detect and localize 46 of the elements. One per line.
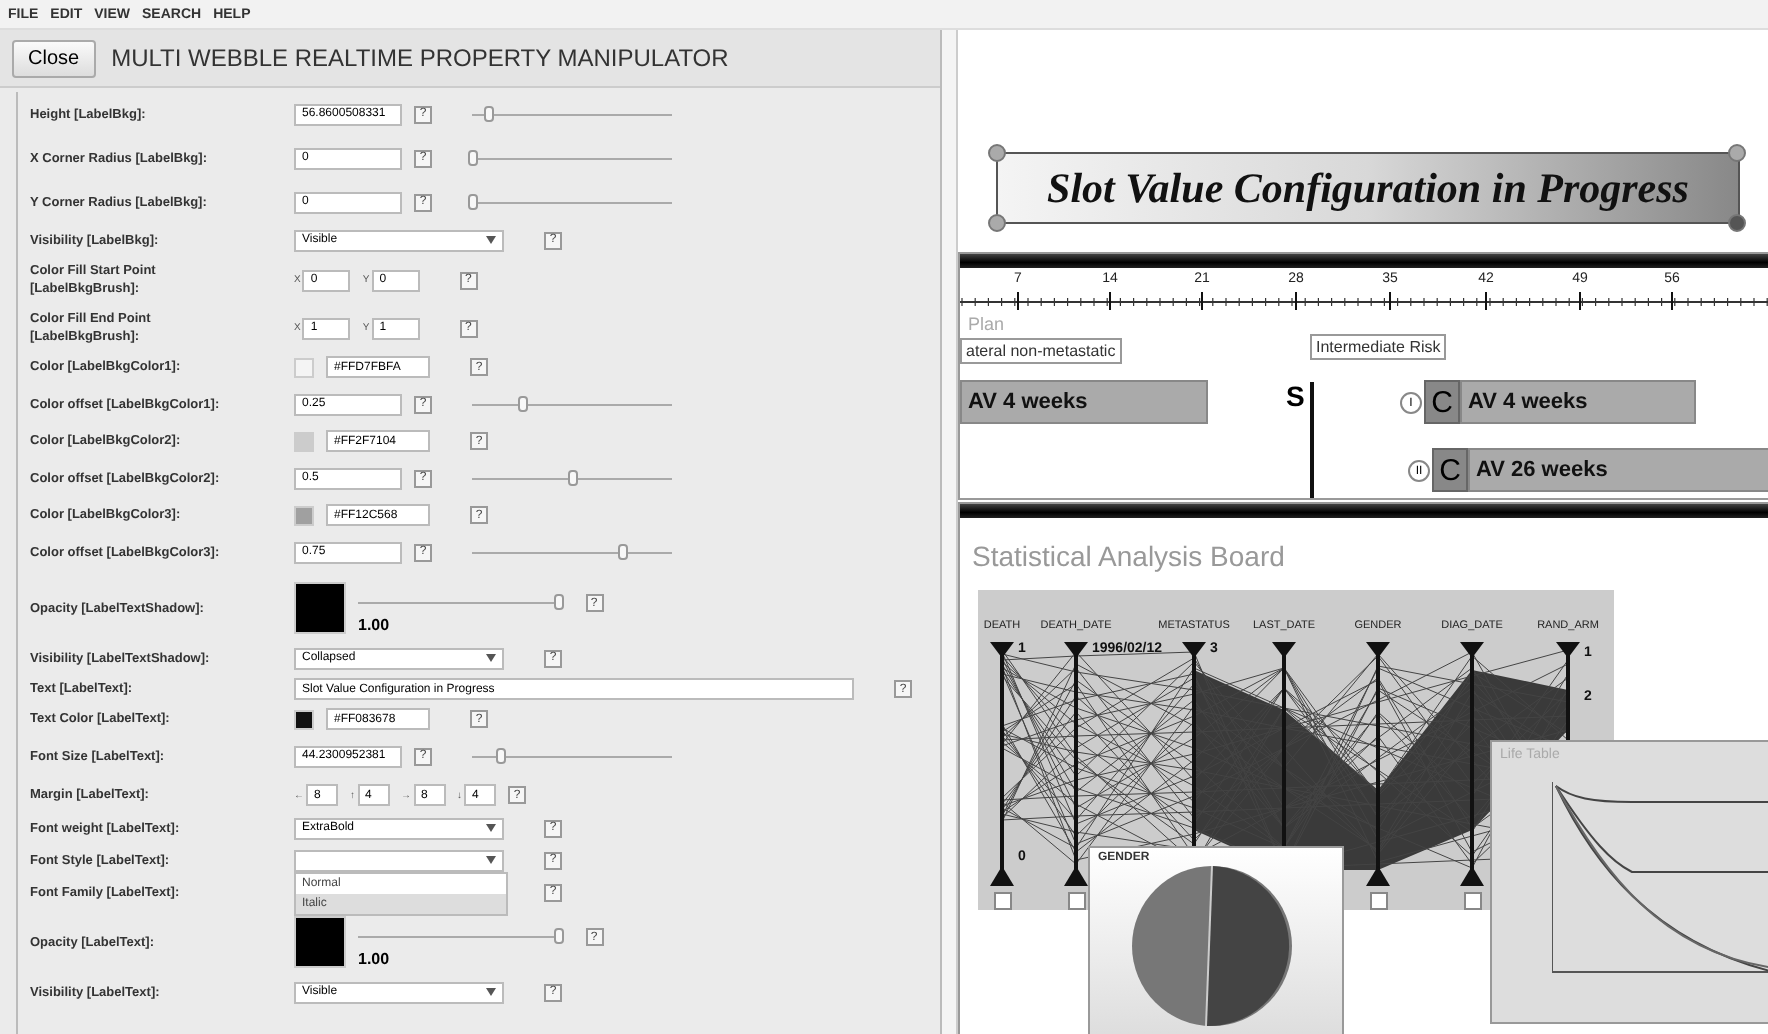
opacity-value: 1.00 [358,616,390,634]
plan-label: Plan [968,314,1005,334]
risk-tag: Intermediate Risk [1310,334,1447,360]
caret-icon [486,236,496,244]
resize-handle[interactable] [988,214,1006,232]
filter-checkbox[interactable] [994,892,1012,910]
resize-handle[interactable] [988,144,1006,162]
color-swatch[interactable] [294,431,314,451]
opacity-value: 1.00 [358,950,390,968]
caret-icon [486,824,496,832]
slider-thumb[interactable] [468,149,478,165]
label-banner: Slot Value Configuration in Progress [996,152,1740,224]
code-block: C [1432,448,1468,492]
board-title: Statistical Analysis Board [972,540,1285,572]
color-swatch[interactable] [294,357,314,377]
resize-handle[interactable] [1728,214,1746,232]
marker-label: S [1286,380,1305,412]
filter-checkbox[interactable] [1370,892,1388,910]
resize-handle[interactable] [1728,144,1746,162]
slider-thumb[interactable] [618,543,628,559]
caret-icon [486,988,496,996]
color-swatch[interactable] [294,709,314,729]
slider-thumb[interactable] [518,395,528,411]
caret-icon [486,654,496,662]
slider-thumb[interactable] [553,594,564,610]
slider-thumb[interactable] [484,105,494,121]
slider-thumb[interactable] [568,469,578,485]
marker-line [1310,382,1314,498]
panel-title: MULTI WEBBLE REALTIME PROPERTY MANIPULATOR [111,44,729,72]
filter-checkbox[interactable] [1068,892,1086,910]
close-button[interactable]: Close [12,39,96,77]
slider-thumb[interactable] [553,928,564,944]
color-swatch[interactable] [294,916,346,968]
treatment-bar: AV 4 weeks [960,380,1208,424]
scrollbar[interactable] [942,30,958,1034]
treatment-bar: AV 4 weeks [1460,380,1696,424]
color-swatch[interactable] [294,505,314,525]
treatment-bar: AV 26 weeks [1468,448,1768,492]
code-block: C [1424,380,1460,424]
slider-thumb[interactable] [496,747,506,763]
stage-tag: ateral non-metastatic [960,338,1122,364]
slider-thumb[interactable] [468,193,478,209]
dropdown[interactable] [294,849,504,871]
filter-checkbox[interactable] [1464,892,1482,910]
color-swatch[interactable] [294,582,346,634]
caret-icon [486,856,496,864]
